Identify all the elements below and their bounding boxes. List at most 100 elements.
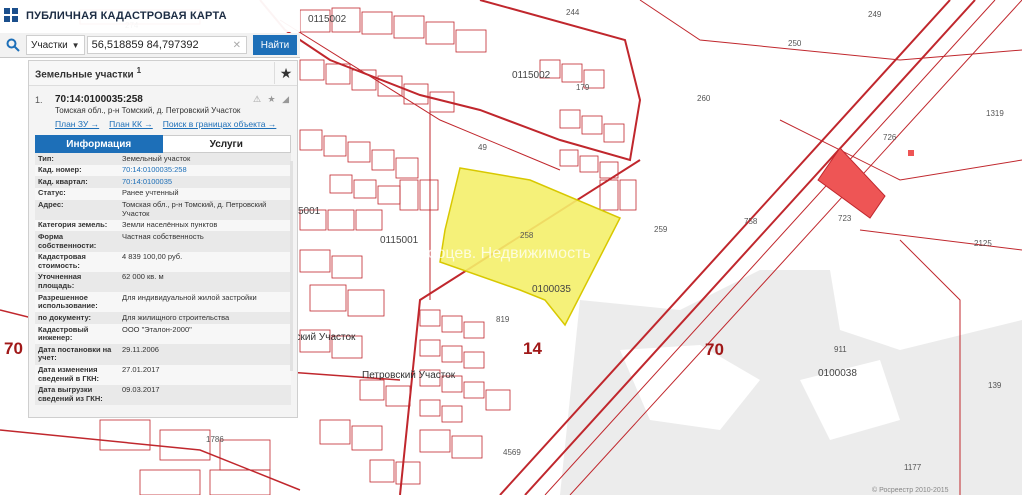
table-row: Категория земель: Земли населённых пункто…	[35, 219, 291, 232]
table-row: Кад. номер: 70:14:0100035:258	[35, 164, 291, 177]
search-type-select[interactable]: Участки ▼	[26, 35, 85, 55]
parcel-number: 1177	[904, 463, 922, 472]
table-row: Статус: Ранее учтенный	[35, 187, 291, 200]
chevron-down-icon: ▼	[71, 40, 80, 50]
parcel-number: 249	[868, 10, 882, 19]
parcel-links: План ЗУ → План КК → Поиск в границах объ…	[55, 119, 291, 129]
parcel-number: 819	[496, 315, 510, 324]
zone-70-left: 70	[4, 339, 23, 358]
watermark: Горцев. Недвижимость	[420, 245, 591, 262]
table-row: Тип: Земельный участок	[35, 153, 291, 165]
parcel-number: 139	[988, 381, 1002, 390]
parcel-number: 911	[834, 345, 847, 354]
parcel-number: 250	[788, 39, 802, 48]
quarter-label: 5001	[298, 206, 321, 217]
plan-kk-link[interactable]: План КК →	[109, 119, 153, 129]
parcel-address: Томская обл., р-н Томский, д. Петровский…	[55, 106, 241, 115]
property-value: Земельный участок	[119, 153, 291, 165]
property-value: Томская обл., р-н Томский, д. Петровский…	[119, 199, 291, 220]
find-button[interactable]: Найти	[253, 35, 297, 55]
parcel-number: 1319	[986, 109, 1004, 118]
property-value[interactable]: 70:14:0100035	[119, 176, 291, 188]
property-key: Тип:	[35, 153, 119, 165]
zone-14: 14	[523, 339, 542, 358]
quarter-label: 0115002	[512, 70, 551, 81]
property-value: 62 000 кв. м	[119, 271, 291, 293]
table-row: Дата постановки на учет: 29.11.2006	[35, 344, 291, 365]
table-row: Дата изменения сведений в ГКН: 27.01.2017	[35, 364, 291, 385]
scrollbar[interactable]	[290, 161, 293, 371]
parcel-number: 260	[697, 94, 711, 103]
tab-info[interactable]: Информация	[35, 135, 163, 153]
property-key: Разрешенное использование:	[35, 292, 119, 313]
property-value: Земли населённых пунктов	[119, 219, 291, 232]
property-key: Кадастровая стоимость:	[35, 251, 119, 272]
table-row: Разрешенное использование: Для индивидуал…	[35, 292, 291, 313]
tab-services[interactable]: Услуги	[162, 135, 291, 153]
table-row: Кадастровая стоимость: 4 839 100,00 руб.	[35, 251, 291, 272]
plan-zu-link[interactable]: План ЗУ →	[55, 119, 99, 129]
search-bar: Участки ▼ ✕ Найти	[0, 33, 300, 58]
search-type-label: Участки	[31, 39, 68, 51]
copyright: © Росреестр 2010-2015	[872, 486, 949, 494]
table-row: Форма собственности: Частная собственност…	[35, 231, 291, 252]
property-key: по документу:	[35, 312, 119, 324]
property-value: Частная собственность	[119, 231, 291, 252]
quarter-label: 0100038	[818, 368, 857, 379]
search-input[interactable]	[86, 36, 247, 54]
parcel-card: 1. 70:14:0100035:258 ⚠ ★ ◢ Томская обл.,…	[35, 94, 291, 129]
property-value: 27.01.2017	[119, 364, 291, 385]
property-value: ООО "Эталон-2000"	[119, 324, 291, 345]
parcel-number: 258	[520, 231, 534, 240]
property-key: Кадастровый инженер:	[35, 324, 119, 345]
property-key: Кад. квартал:	[35, 176, 119, 188]
quarter-label: 0115002	[308, 14, 347, 25]
panel-title: Земельные участки 1	[35, 65, 142, 81]
red-marker	[908, 150, 914, 156]
table-row: Адрес: Томская обл., р-н Томский, д. Петр…	[35, 199, 291, 220]
parcel-number: 179	[576, 83, 590, 92]
panel-tabs: Информация Услуги	[35, 135, 291, 153]
property-key: Дата изменения сведений в ГКН:	[35, 364, 119, 385]
properties-table: Тип: Земельный участок Кад. номер: 70:14:01…	[35, 153, 291, 405]
table-row: Дата выгрузки сведений из ГКН: 09.03.2017	[35, 384, 291, 405]
app-title: ПУБЛИЧНАЯ КАДАСТРОВАЯ КАРТА	[26, 10, 227, 22]
property-key: Адрес:	[35, 199, 119, 220]
quarter-label: 0100035	[532, 284, 571, 295]
parcel-number: 259	[654, 225, 668, 234]
property-key: Статус:	[35, 187, 119, 200]
property-key: Дата выгрузки сведений из ГКН:	[35, 384, 119, 405]
parcel-number: 1786	[206, 435, 224, 444]
parcel-cad-number[interactable]: 70:14:0100035:258	[55, 94, 143, 105]
property-value: 29.11.2006	[119, 344, 291, 365]
quarter-label: 0115001	[380, 235, 419, 246]
parcel-number: 758	[744, 217, 758, 226]
locality-label: рский Участок	[290, 332, 356, 343]
property-key: Дата постановки на учет:	[35, 344, 119, 365]
property-value: Для индивидуальной жилой застройки	[119, 292, 291, 313]
property-value: Ранее учтенный	[119, 187, 291, 200]
property-value: 4 839 100,00 руб.	[119, 251, 291, 272]
parcel-index: 1.	[35, 94, 43, 105]
parcel-number: 726	[883, 133, 897, 142]
property-key: Категория земель:	[35, 219, 119, 232]
table-row: Кад. квартал: 70:14:0100035	[35, 176, 291, 188]
logo-icon	[4, 8, 20, 24]
app-header: ПУБЛИЧНАЯ КАДАСТРОВАЯ КАРТА	[0, 0, 300, 32]
parcel-panel: Земельные участки 1 ★ 1. 70:14:0100035:25…	[28, 60, 298, 418]
parcel-tools-icon[interactable]: ⚠ ★ ◢	[253, 94, 291, 105]
parcel-number: 2125	[974, 239, 992, 248]
property-key: Уточненная площадь:	[35, 271, 119, 293]
search-icon[interactable]	[0, 33, 26, 57]
property-key: Форма собственности:	[35, 231, 119, 252]
star-icon[interactable]: ★	[274, 62, 297, 84]
property-value[interactable]: 70:14:0100035:258	[119, 164, 291, 177]
clear-icon[interactable]: ✕	[233, 40, 243, 51]
parcel-number: 723	[838, 214, 852, 223]
result-count: 1	[136, 65, 142, 75]
property-value: 09.03.2017	[119, 384, 291, 405]
property-value: Для жилищного строительства	[119, 312, 291, 324]
property-key: Кад. номер:	[35, 164, 119, 177]
search-in-bounds-link[interactable]: Поиск в границах объекта →	[163, 119, 277, 129]
parcel-number: 4569	[503, 448, 521, 457]
